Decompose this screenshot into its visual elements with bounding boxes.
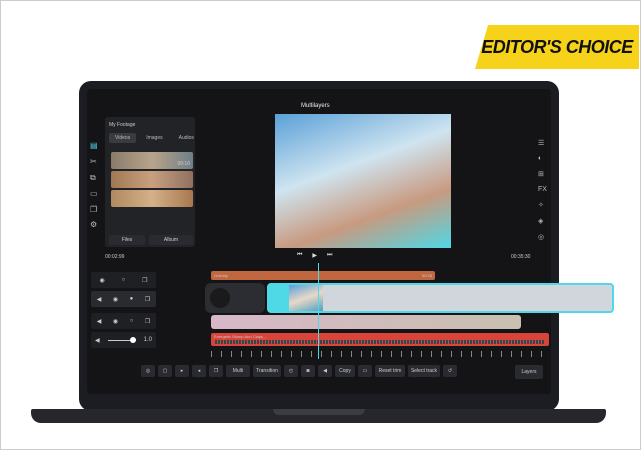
list-icon[interactable]: ☰: [538, 139, 547, 147]
total-time: 00:35:30: [511, 254, 531, 260]
playhead[interactable]: [318, 263, 319, 359]
track-controls[interactable]: ◀ ◉ ○ ❐: [91, 313, 156, 329]
tab-videos[interactable]: Videos: [109, 133, 137, 143]
circle-icon: ○: [121, 277, 126, 283]
fx-icon[interactable]: FX: [538, 186, 547, 193]
comment-icon[interactable]: ▭: [358, 365, 372, 377]
drop-icon[interactable]: ◈: [538, 217, 547, 225]
eye-icon: ◉: [112, 296, 119, 303]
undo-icon[interactable]: ↺: [443, 365, 457, 377]
settings-icon[interactable]: ⚙: [90, 220, 97, 229]
footage-clip[interactable]: [111, 190, 193, 207]
select-track-button[interactable]: Select track: [408, 365, 440, 377]
editors-choice-badge: EDITOR'S CHOICE: [475, 25, 639, 69]
tab-images[interactable]: Images: [140, 133, 168, 143]
media-icon[interactable]: ▤: [90, 141, 98, 150]
dragged-clip[interactable]: [267, 283, 614, 313]
reset-trim-button[interactable]: Reset trim: [375, 365, 405, 377]
layers-icon[interactable]: ❐: [90, 205, 97, 214]
tab-audios[interactable]: Audios: [173, 133, 200, 143]
copy-icon: ❐: [142, 277, 148, 284]
eye-icon: ◉: [112, 318, 119, 325]
copy-button[interactable]: Copy: [335, 365, 355, 377]
multi-button[interactable]: Multi: [226, 365, 250, 377]
circle-icon: ●: [129, 296, 134, 302]
play-icon[interactable]: ▶: [312, 252, 317, 259]
next-icon[interactable]: ⏭: [327, 252, 332, 259]
prev-icon[interactable]: ⏮: [297, 252, 302, 259]
copy-icon[interactable]: ⧉: [90, 173, 96, 183]
tool-icon[interactable]: ▢: [158, 365, 172, 377]
volume-icon[interactable]: ◀: [318, 365, 332, 377]
sparkle-icon[interactable]: ✧: [538, 201, 547, 209]
overlay-clip[interactable]: Overlay 00:26: [211, 271, 435, 280]
track-controls[interactable]: ◀ ◉ ● ❐: [91, 291, 156, 307]
track-controls[interactable]: ◉ ○ ❐: [91, 272, 156, 288]
files-button[interactable]: Files: [109, 235, 145, 245]
video-preview[interactable]: [275, 114, 451, 248]
scissors-icon[interactable]: ✂: [90, 157, 97, 166]
volume-icon: ◀: [96, 296, 102, 303]
transition-button[interactable]: Transition: [253, 365, 281, 377]
laptop-notch: [273, 409, 365, 415]
circle-icon: ○: [129, 318, 134, 324]
footage-clip[interactable]: 00:16: [111, 152, 193, 169]
timer-icon[interactable]: ◴: [284, 365, 298, 377]
tool-icon[interactable]: ❐: [209, 365, 223, 377]
tool-icon[interactable]: ◂: [192, 365, 206, 377]
video-clip[interactable]: [211, 315, 521, 329]
eye-icon: ◉: [99, 277, 105, 284]
tool-icon[interactable]: ◎: [141, 365, 155, 377]
volume-slider[interactable]: ◀ 1.0: [91, 332, 156, 348]
footage-title: My Footage: [109, 122, 136, 128]
filter-icon[interactable]: ◎: [538, 233, 547, 241]
grid-icon[interactable]: ⊞: [538, 170, 547, 178]
footage-clip[interactable]: [111, 171, 193, 188]
current-time: 00:02:99: [105, 254, 125, 260]
copy-icon: ❐: [144, 296, 151, 303]
contrast-icon[interactable]: ◐: [538, 155, 547, 162]
album-button[interactable]: Album: [149, 235, 193, 245]
camera-icon[interactable]: ◙: [301, 365, 315, 377]
screen-icon[interactable]: ▭: [90, 189, 98, 198]
timeline-ruler[interactable]: [211, 351, 551, 357]
audio-clip[interactable]: Energetic Stomp And Claps_..: [211, 333, 549, 346]
tool-icon[interactable]: ▸: [175, 365, 189, 377]
copy-icon: ❐: [144, 318, 151, 325]
drag-handle[interactable]: [205, 283, 265, 313]
layers-button[interactable]: Layers: [515, 365, 543, 379]
volume-icon: ◀: [96, 318, 102, 325]
app-title: Multilayers: [301, 103, 330, 109]
